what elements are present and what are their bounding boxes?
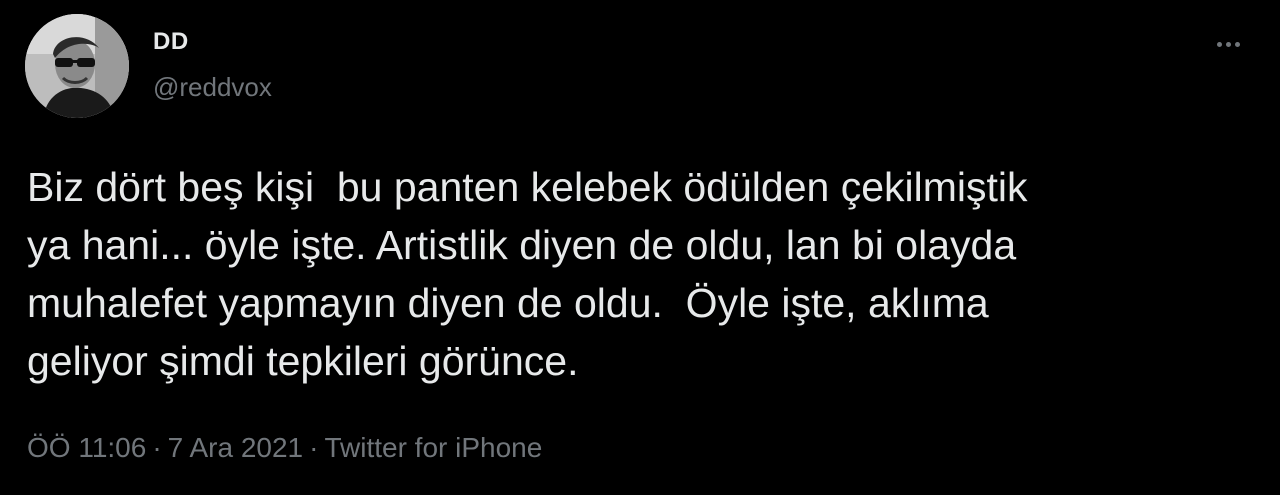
separator: · xyxy=(309,432,319,463)
more-horizontal-icon xyxy=(1216,41,1222,47)
tweet-date[interactable]: 7 Ara 2021 xyxy=(168,432,303,463)
tweet-card: DD @reddvox Biz dört beş kişi bu panten … xyxy=(0,0,1280,495)
tweet-metadata: ÖÖ 11:06 · 7 Ara 2021 · Twitter for iPhone xyxy=(27,432,542,464)
more-options-button[interactable] xyxy=(1206,26,1250,62)
more-horizontal-icon xyxy=(1225,41,1231,47)
tweet-time[interactable]: ÖÖ 11:06 xyxy=(27,432,146,463)
tweet-source[interactable]: Twitter for iPhone xyxy=(324,432,542,463)
tweet-text: Biz dört beş kişi bu panten kelebek ödül… xyxy=(27,164,1028,384)
display-name[interactable]: DD xyxy=(153,28,189,56)
user-handle[interactable]: @reddvox xyxy=(153,72,272,103)
avatar[interactable] xyxy=(25,14,129,118)
more-horizontal-icon xyxy=(1234,41,1240,47)
avatar-photo xyxy=(25,14,129,118)
separator: · xyxy=(152,432,162,463)
